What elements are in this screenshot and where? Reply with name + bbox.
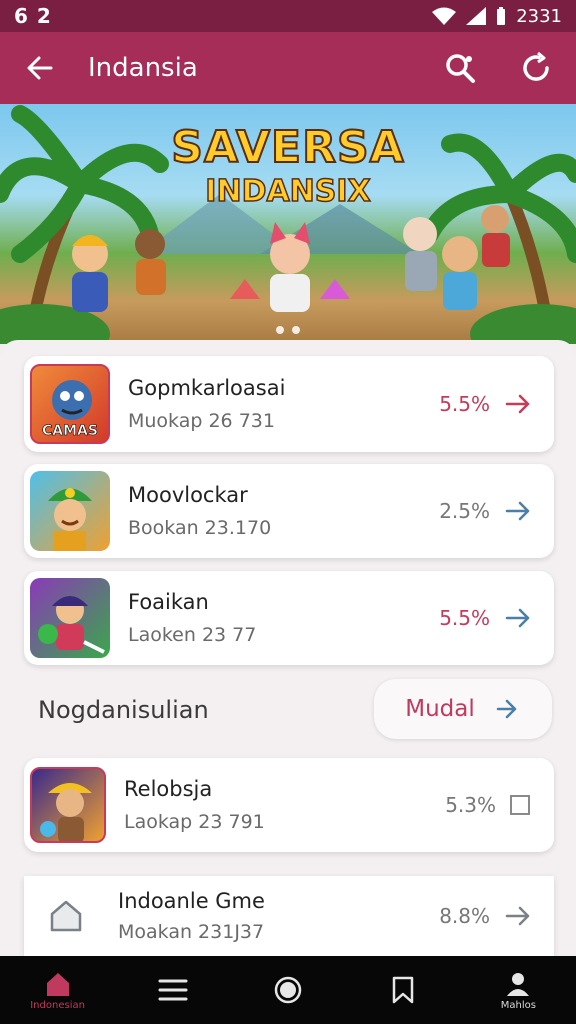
game-name: Moovlockar — [128, 483, 248, 507]
game-card[interactable]: Foaikan Laoken 23 77 5.5% — [24, 571, 554, 665]
more-button[interactable]: Mudal — [374, 679, 552, 739]
game-percent: 5.5% — [439, 606, 490, 630]
nav-label: Indonesian — [30, 999, 85, 1011]
carousel-dot[interactable] — [292, 326, 300, 334]
back-button[interactable] — [20, 48, 60, 88]
thumbnail-caption: CAMAS — [42, 423, 99, 440]
bookmark-icon — [392, 976, 414, 1004]
section-title: Nogdanisulian — [38, 696, 209, 724]
battery-icon — [497, 7, 506, 25]
refresh-button[interactable] — [516, 48, 556, 88]
arrow-right-icon[interactable] — [504, 902, 532, 930]
game-character-icon — [48, 488, 92, 551]
arrow-right-icon[interactable] — [504, 497, 532, 525]
game-subtitle: Muokap 26 731 — [128, 410, 275, 432]
game-card[interactable]: CAMAS Gopmkarloasai Muokap 26 731 5.5% — [24, 356, 554, 452]
arrow-right-icon[interactable] — [504, 390, 532, 418]
status-icons: 2331 — [432, 6, 562, 27]
game-character-icon — [38, 596, 105, 654]
game-percent: 8.8% — [439, 904, 490, 928]
game-thumbnail — [30, 471, 110, 551]
game-name: Indoanle Gme — [118, 889, 265, 913]
carousel-dot[interactable] — [276, 326, 284, 334]
back-arrow-icon — [27, 56, 53, 80]
game-character-icon — [40, 783, 92, 841]
banner-subtitle: INDANSIX — [205, 173, 372, 210]
arrow-right-icon[interactable] — [504, 604, 532, 632]
more-button-label: Mudal — [405, 696, 475, 722]
home-icon — [46, 972, 69, 996]
carousel-indicator — [0, 326, 576, 334]
banner-title: SAVERSA — [170, 121, 405, 174]
game-subtitle: Laoken 23 77 — [128, 624, 257, 646]
page-title: Indansia — [88, 53, 198, 83]
nav-item-bookmark[interactable] — [355, 956, 451, 1024]
house-icon — [50, 900, 82, 932]
search-icon — [446, 54, 475, 83]
game-subtitle: Laokap 23 791 — [124, 811, 265, 833]
game-subtitle: Moakan 231J37 — [118, 921, 265, 943]
checkbox[interactable] — [510, 795, 530, 815]
menu-icon — [158, 979, 188, 1001]
game-name: Foaikan — [128, 590, 209, 614]
status-time-left: 6 2 — [14, 4, 52, 28]
nav-item-profile[interactable]: Mahlos — [470, 956, 566, 1024]
game-thumbnail — [30, 578, 110, 658]
game-percent: 5.3% — [445, 793, 496, 817]
game-percent: 2.5% — [439, 499, 490, 523]
featured-banner[interactable]: SAVERSA INDANSIX — [0, 104, 576, 344]
game-card[interactable]: Relobsja Laokap 23 791 5.3% — [24, 758, 554, 852]
search-button[interactable] — [440, 48, 480, 88]
game-subtitle: Bookan 23.170 — [128, 517, 272, 539]
game-card[interactable]: Moovlockar Bookan 23.170 2.5% — [24, 464, 554, 558]
chevron-right-icon — [496, 699, 516, 719]
game-name: Gopmkarloasai — [128, 376, 286, 400]
game-card[interactable]: Indoanle Gme Moakan 231J37 8.8% — [24, 876, 554, 956]
nav-item-home[interactable]: Indonesian — [10, 956, 106, 1024]
status-time-right: 2331 — [516, 5, 562, 27]
nav-label: Mahlos — [500, 999, 536, 1011]
profile-icon — [507, 972, 530, 996]
bottom-navigation: Indonesian Mahlos — [0, 956, 576, 1024]
app-bar: Indansia — [0, 32, 576, 104]
refresh-icon — [523, 51, 549, 81]
game-percent: 5.5% — [439, 392, 490, 416]
wifi-icon — [432, 7, 457, 25]
nav-item-circle[interactable] — [240, 956, 336, 1024]
game-name: Relobsja — [124, 777, 213, 801]
nav-item-menu[interactable] — [125, 956, 221, 1024]
status-bar: 6 2 2331 — [0, 0, 576, 32]
game-thumbnail — [30, 767, 106, 843]
signal-icon — [466, 7, 487, 25]
circle-icon — [274, 976, 302, 1004]
game-thumbnail: CAMAS — [30, 364, 110, 444]
